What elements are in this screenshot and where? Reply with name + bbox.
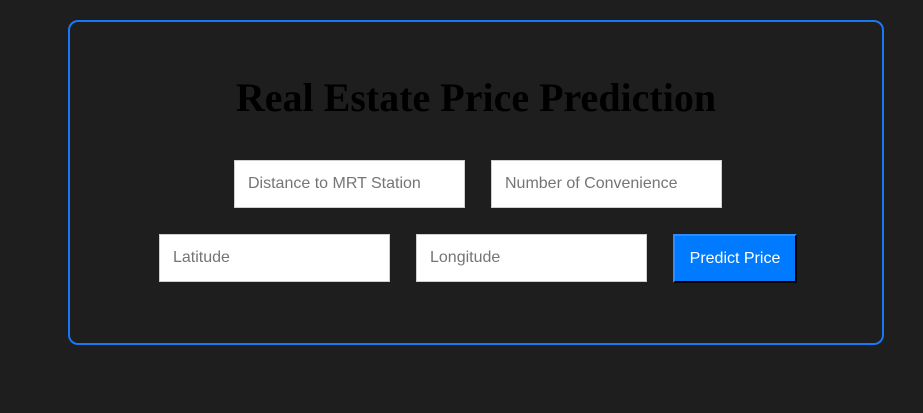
distance-to-mrt-input[interactable] (234, 160, 465, 208)
predict-price-button[interactable]: Predict Price (673, 234, 797, 283)
prediction-form-card: Real Estate Price Prediction (68, 20, 884, 345)
number-of-convenience-input[interactable] (491, 160, 722, 208)
page-title: Real Estate Price Prediction (235, 75, 717, 120)
longitude-input[interactable] (416, 234, 647, 282)
latitude-input[interactable] (159, 234, 390, 282)
